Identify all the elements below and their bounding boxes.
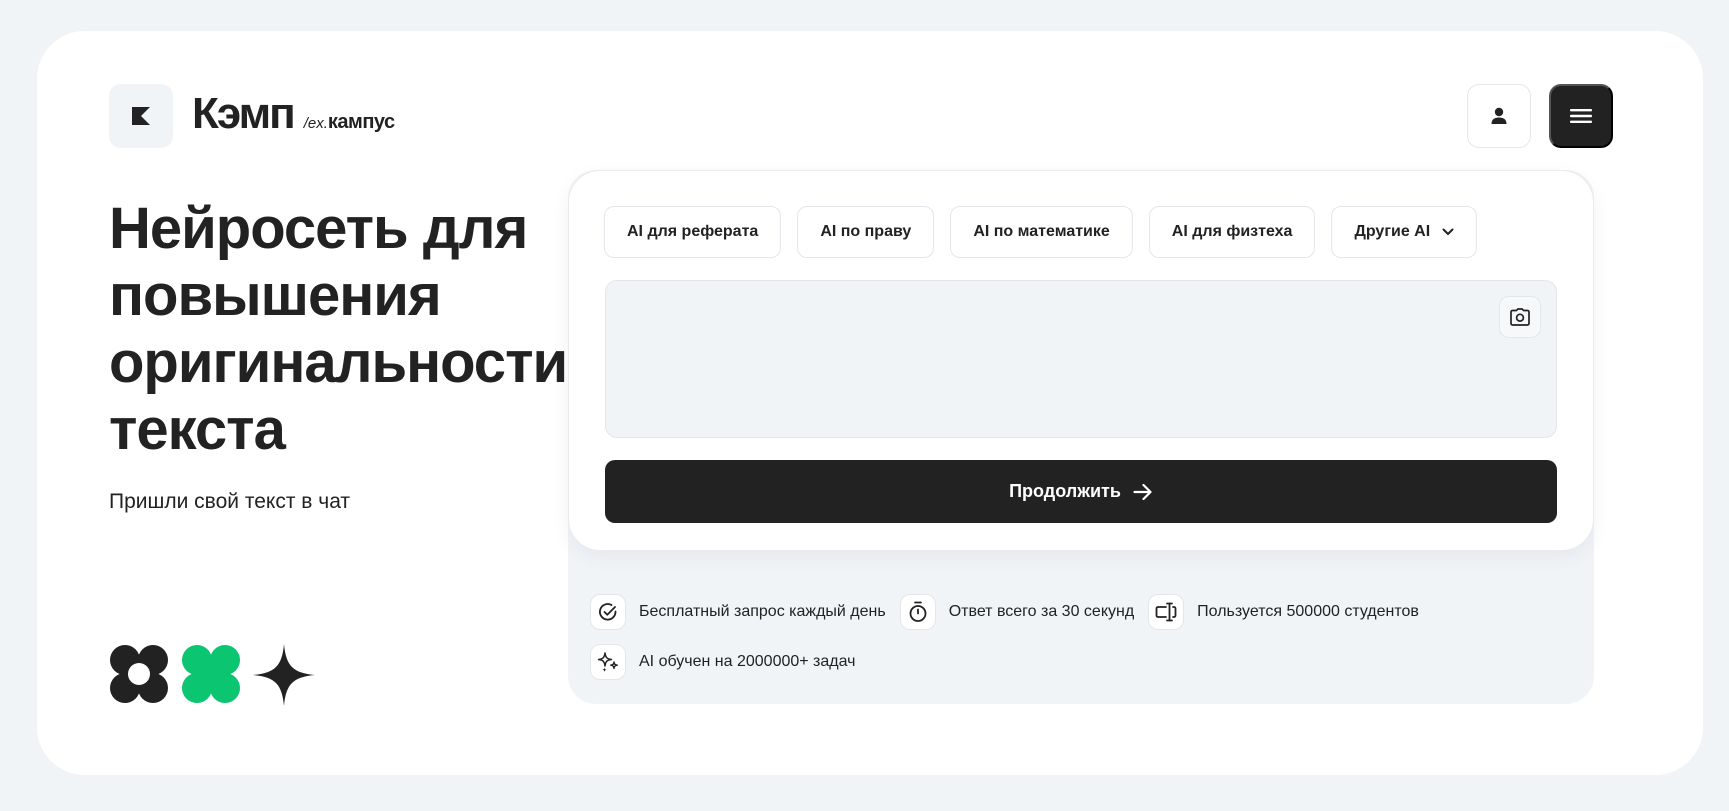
feature-item-response-time: Ответ всего за 30 секунд <box>899 594 1135 630</box>
stopwatch-icon <box>909 601 927 622</box>
message-input[interactable] <box>606 281 1556 437</box>
feature-icon-box <box>1148 594 1185 630</box>
menu-button[interactable] <box>1549 84 1613 148</box>
tab-other-ai-dropdown[interactable]: Другие AI <box>1331 206 1478 258</box>
feature-icon-box <box>899 594 936 630</box>
tab-label: AI по праву <box>820 223 912 240</box>
hamburger-menu-icon <box>1570 109 1592 123</box>
feature-text: Бесплатный запрос каждый день <box>639 603 886 620</box>
tab-label: Другие AI <box>1354 223 1431 240</box>
message-input-wrapper <box>605 280 1557 438</box>
page-subtitle: Пришли свой текст в чат <box>109 490 351 513</box>
tab-ai-math[interactable]: AI по математике <box>950 206 1133 258</box>
page-title: Нейросеть для повышения оригинальности т… <box>109 196 568 462</box>
features-list: Бесплатный запрос каждый день Ответ всег… <box>590 594 1590 694</box>
tab-ai-phystech[interactable]: AI для физтеха <box>1148 206 1316 258</box>
feature-text: AI обучен на 2000000+ задач <box>639 653 856 670</box>
tab-label: AI для физтеха <box>1171 223 1293 240</box>
brand-former-name: /ex.кампус <box>304 111 395 134</box>
black-flower-icon <box>110 645 168 703</box>
old-brand-name: кампус <box>327 111 395 133</box>
k-logo-icon <box>132 107 150 125</box>
feature-text: Ответ всего за 30 секунд <box>948 603 1135 620</box>
check-circle-icon <box>599 603 617 621</box>
feature-item-users-count: Пользуется 500000 студентов <box>1148 594 1419 630</box>
chat-form-panel: AI для реферата AI по праву AI по матема… <box>568 170 1594 551</box>
continue-button[interactable]: Продолжить <box>605 460 1557 523</box>
feature-item-ai-trained: AI обучен на 2000000+ задач <box>590 644 856 680</box>
user-account-button[interactable] <box>1467 84 1531 148</box>
continue-button-label: Продолжить <box>1009 481 1121 501</box>
logo-icon-box[interactable] <box>109 84 173 148</box>
logo-wordmark[interactable]: Кэмп /ex.кампус <box>192 89 395 139</box>
ai-category-tabs: AI для реферата AI по праву AI по матема… <box>604 206 1478 258</box>
brand-name: Кэмп <box>192 89 296 138</box>
text-cursor-icon <box>1155 602 1177 622</box>
user-icon <box>1491 107 1507 124</box>
feature-text: Пользуется 500000 студентов <box>1197 603 1419 620</box>
tab-label: AI для реферата <box>627 223 759 240</box>
green-clover-icon <box>182 645 240 703</box>
feature-icon-box <box>590 594 626 630</box>
feature-item-free-request: Бесплатный запрос каждый день <box>590 594 886 630</box>
tab-ai-essay[interactable]: AI для реферата <box>604 206 782 258</box>
tab-label: AI по математике <box>973 223 1110 240</box>
chevron-down-icon <box>1442 228 1454 235</box>
feature-icon-box <box>590 644 626 680</box>
tab-ai-law[interactable]: AI по праву <box>797 206 935 258</box>
camera-icon <box>1510 308 1530 326</box>
sparkles-icon <box>597 652 618 672</box>
ex-prefix: /ex. <box>303 115 328 132</box>
black-star-icon <box>253 644 315 706</box>
upload-photo-button[interactable] <box>1499 296 1541 338</box>
decorative-shapes <box>109 644 315 706</box>
arrow-right-icon <box>1133 483 1152 500</box>
